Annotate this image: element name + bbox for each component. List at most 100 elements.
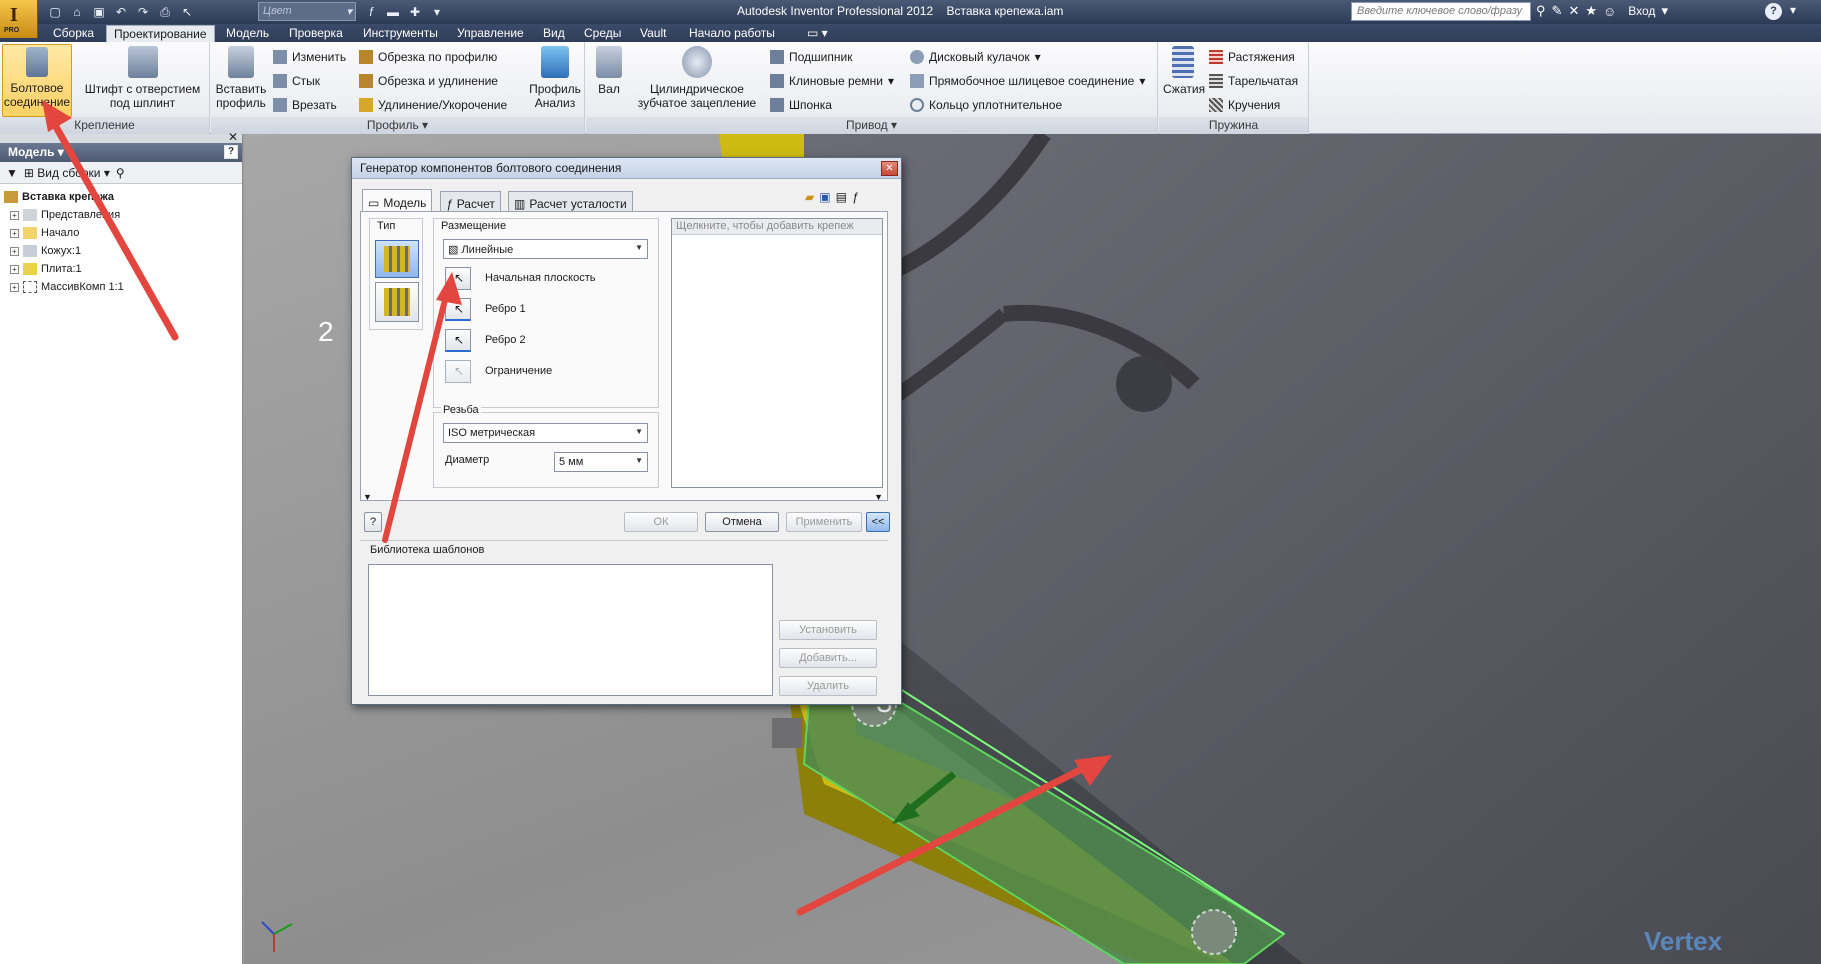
function-icon[interactable]: ƒ (852, 190, 859, 204)
belleville-spring-button[interactable]: Тарельчатая (1209, 71, 1298, 90)
key-button[interactable]: Шпонка (770, 95, 832, 114)
template-library-list[interactable] (368, 564, 773, 696)
trim-extend-button[interactable]: Обрезка и удлинение (359, 71, 498, 90)
select-icon[interactable]: ↖ (178, 3, 196, 21)
save-icon[interactable]: ▣ (90, 3, 108, 21)
search-input[interactable]: Введите ключевое слово/фразу (1351, 2, 1531, 21)
expand-right-icon[interactable]: ▼ (874, 492, 883, 502)
help-icon[interactable]: ? (1765, 3, 1782, 20)
clevis-pin-button[interactable]: Штифт с отверстием под шплинт (80, 44, 205, 110)
tab-design[interactable]: Проектирование (106, 25, 215, 42)
tab-tools[interactable]: Инструменты (356, 25, 445, 42)
lengthen-shorten-button[interactable]: Удлинение/Укорочение (359, 95, 507, 114)
tree-node-pattern[interactable]: + МассивКомп 1:1 (4, 278, 238, 296)
trim-to-frame-button[interactable]: Обрезка по профилю (359, 47, 497, 66)
tab-inspect[interactable]: Проверка (282, 25, 350, 42)
collapse-library-button[interactable]: << (866, 512, 890, 532)
tab-dialog-calculation[interactable]: ƒ Расчет (440, 191, 501, 212)
tree-node-representations[interactable]: + Представления (4, 206, 238, 224)
window-menu-icon[interactable]: ▾ (1790, 3, 1796, 17)
tab-dialog-fatigue[interactable]: ▥ Расчет усталости (508, 191, 633, 212)
disc-cam-button[interactable]: Дисковый кулачок ▾ (910, 47, 1041, 66)
compression-spring-button[interactable]: Сжатия (1163, 44, 1205, 96)
browser-header[interactable]: Модель ▾ ? (0, 143, 242, 162)
expand-icon[interactable]: + (10, 246, 19, 256)
install-button[interactable]: Установить (779, 620, 877, 640)
assembly-view-dropdown[interactable]: ⊞ Вид сборки ▾ (24, 166, 110, 180)
placement-type-select[interactable]: ▧ Линейные (443, 239, 648, 259)
miter-button[interactable]: Стык (273, 71, 320, 90)
close-icon[interactable]: ✕ (228, 130, 238, 144)
extension-spring-button[interactable]: Растяжения (1209, 47, 1295, 66)
fastener-list[interactable]: Щелкните, чтобы добавить крепеж (671, 218, 883, 488)
beam-analysis-button[interactable]: Профиль Анализ (527, 44, 583, 110)
redo-icon[interactable]: ↷ (134, 3, 152, 21)
expand-icon[interactable]: + (10, 228, 19, 238)
diameter-select[interactable]: 5 мм (554, 452, 648, 472)
favorites-star-icon[interactable]: ★ (1585, 3, 1597, 19)
dialog-title-bar[interactable]: Генератор компонентов болтового соединен… (352, 158, 901, 179)
tab-view[interactable]: Вид (536, 25, 572, 42)
open-icon[interactable]: ⌂ (68, 3, 86, 21)
new-icon[interactable]: ▢ (46, 3, 64, 21)
find-binoculars-icon[interactable]: ⚲ (116, 166, 125, 180)
expand-down-icon[interactable]: ▼ (363, 492, 372, 502)
spline-button[interactable]: Прямобочное шлицевое соединение ▾ (910, 71, 1145, 90)
expand-icon[interactable]: + (10, 210, 19, 220)
start-plane-select-button[interactable]: ↖ (445, 267, 471, 290)
binoculars-icon[interactable]: ⚲ (1536, 3, 1546, 19)
chevron-down-icon[interactable]: ▾ (1661, 3, 1668, 19)
o-ring-button[interactable]: Кольцо уплотнительное (910, 95, 1062, 114)
tab-vault[interactable]: Vault (633, 25, 673, 42)
move-icon[interactable]: ✚ (406, 3, 424, 21)
v-belts-button[interactable]: Клиновые ремни ▾ (770, 71, 894, 90)
tab-assemble[interactable]: Сборка (46, 25, 101, 42)
tab-dialog-model[interactable]: ▭ Модель (362, 189, 433, 212)
parameter-icon[interactable]: ▬ (384, 3, 402, 21)
subscription-icon[interactable]: ✎ (1552, 3, 1563, 19)
add-button[interactable]: Добавить... (779, 648, 877, 668)
blind-bolt-type-button[interactable] (375, 282, 419, 322)
delete-button[interactable]: Удалить (779, 676, 877, 696)
tree-node-root[interactable]: Вставка крепежа (4, 188, 238, 206)
tree-node-plate[interactable]: + Плита:1 (4, 260, 238, 278)
save-icon[interactable]: ▣ (819, 190, 830, 204)
expand-icon[interactable]: + (10, 282, 19, 292)
help-icon[interactable]: ? (224, 145, 238, 159)
undo-icon[interactable]: ↶ (112, 3, 130, 21)
spur-gear-button[interactable]: Цилиндрическое зубчатое зацепление (633, 44, 761, 110)
edge2-select-button[interactable]: ↖ (445, 329, 471, 352)
tab-manage[interactable]: Управление (450, 25, 531, 42)
tree-node-housing[interactable]: + Кожух:1 (4, 242, 238, 260)
ok-button[interactable]: ОК (624, 512, 698, 532)
tree-node-origin[interactable]: + Начало (4, 224, 238, 242)
print-icon[interactable]: ⎙ (156, 3, 174, 21)
through-bolt-type-button[interactable] (375, 240, 419, 278)
close-icon[interactable]: ✕ (881, 161, 898, 176)
notch-button[interactable]: Врезать (273, 95, 337, 114)
bearing-button[interactable]: Подшипник (770, 47, 852, 66)
help-button[interactable]: ? (364, 512, 382, 532)
tab-get-started[interactable]: Начало работы (682, 25, 782, 42)
torsion-spring-button[interactable]: Кручения (1209, 95, 1280, 114)
user-icon[interactable]: ☺ (1603, 4, 1616, 19)
edge1-select-button[interactable]: ↖ (445, 298, 471, 321)
ribbon-options-icon[interactable]: ▭ ▾ (800, 25, 835, 42)
tab-environments[interactable]: Среды (577, 25, 628, 42)
customize-qat-icon[interactable]: ▾ (428, 3, 446, 21)
filter-icon[interactable]: ▼ (6, 166, 18, 180)
color-combo[interactable]: Цвет (258, 2, 356, 21)
shaft-button[interactable]: Вал (590, 44, 628, 96)
fastener-list-hint[interactable]: Щелкните, чтобы добавить крепеж (672, 219, 882, 235)
cancel-button[interactable]: Отмена (705, 512, 779, 532)
login-link[interactable]: Вход (1628, 4, 1655, 18)
tab-model[interactable]: Модель (219, 25, 276, 42)
insert-frame-button[interactable]: Вставить профиль (214, 44, 268, 110)
thread-type-select[interactable]: ISO метрическая (443, 423, 648, 443)
function-icon[interactable]: f (362, 3, 380, 21)
options-icon[interactable]: ▤ (836, 190, 847, 204)
apply-button[interactable]: Применить (786, 512, 862, 532)
bolted-connection-button[interactable]: Болтовое соединение (2, 44, 72, 117)
open-folder-icon[interactable]: ▰ (805, 190, 814, 204)
communication-icon[interactable]: ✕ (1568, 3, 1579, 19)
